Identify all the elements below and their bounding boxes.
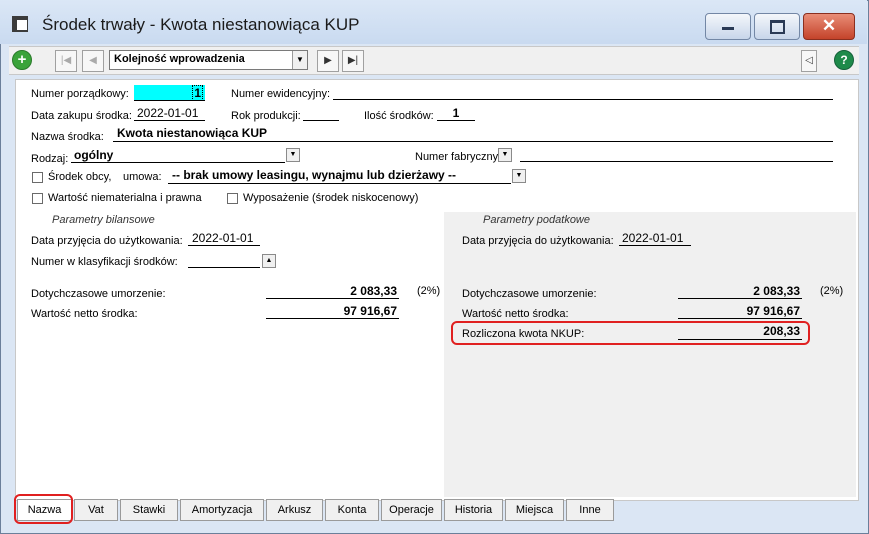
- data-zakupu-label: Data zakupu środka:: [31, 110, 132, 122]
- podatkowe-netto-value[interactable]: 97 916,67: [678, 304, 800, 318]
- tab-stawki[interactable]: Stawki: [120, 499, 178, 521]
- previous-record-button[interactable]: ◀: [82, 50, 104, 72]
- toolbar: + |◀ ◀ Kolejność wprowadzenia ▼ ▶ ▶| ◁ ?: [9, 46, 859, 75]
- klasyfikacja-label: Numer w klasyfikacji środków:: [31, 256, 178, 268]
- nazwa-value[interactable]: Kwota niestanowiąca KUP: [117, 126, 267, 140]
- last-record-button[interactable]: ▶|: [342, 50, 364, 72]
- bilansowe-data-przyjecia-underline: [188, 245, 260, 246]
- ilosc-srodkow-underline: [437, 120, 475, 121]
- podatkowe-data-przyjecia-value[interactable]: 2022-01-01: [622, 231, 683, 245]
- data-zakupu-value[interactable]: 2022-01-01: [137, 106, 198, 120]
- wyposazenie-checkbox[interactable]: [227, 193, 238, 204]
- tab-operacje[interactable]: Operacje: [381, 499, 442, 521]
- minimize-button[interactable]: [705, 13, 751, 40]
- numer-porzadkowy-label: Numer porządkowy:: [31, 88, 129, 100]
- tab-konta[interactable]: Konta: [325, 499, 379, 521]
- app-icon: [12, 16, 28, 32]
- window-title: Środek trwały - Kwota niestanowiąca KUP: [42, 15, 360, 34]
- maximize-icon: [770, 20, 785, 34]
- podatkowe-umorzenie-pct: (2%): [820, 285, 844, 297]
- podatkowe-umorzenie-label: Dotychczasowe umorzenie:: [462, 288, 597, 300]
- numer-ewidencyjny-label: Numer ewidencyjny:: [231, 88, 331, 100]
- title-bar: Środek trwały - Kwota niestanowiąca KUP …: [0, 0, 867, 44]
- tab-arkusz[interactable]: Arkusz: [266, 499, 323, 521]
- numer-fabryczny-field[interactable]: [520, 161, 833, 162]
- tab-amortyzacja[interactable]: Amortyzacja: [180, 499, 264, 521]
- srodek-obcy-label: Środek obcy,: [48, 171, 112, 183]
- help-icon[interactable]: ?: [834, 50, 854, 70]
- klasyfikacja-field[interactable]: [188, 267, 260, 268]
- tab-miejsca[interactable]: Miejsca: [505, 499, 564, 521]
- podatkowe-data-przyjecia-label: Data przyjęcia do użytkowania:: [462, 235, 614, 247]
- podatkowe-netto-label: Wartość netto środka:: [462, 308, 569, 320]
- umowa-underline: [168, 183, 511, 184]
- numer-porzadkowy-value: 1: [192, 85, 203, 101]
- wartosc-niematerialna-checkbox[interactable]: [32, 193, 43, 204]
- wyposazenie-label: Wyposażenie (środek niskocenowy): [243, 192, 419, 204]
- bilansowe-netto-underline: [266, 318, 399, 319]
- tab-inne[interactable]: Inne: [566, 499, 614, 521]
- tab-historia[interactable]: Historia: [444, 499, 503, 521]
- bilansowe-umorzenie-label: Dotychczasowe umorzenie:: [31, 288, 166, 300]
- ilosc-srodkow-label: Ilość środków:: [364, 110, 434, 122]
- close-icon: ✕: [821, 16, 837, 35]
- numer-porzadkowy-field[interactable]: 1: [134, 85, 205, 101]
- tab-nazwa-highlight: [14, 494, 73, 524]
- podatkowe-panel: [444, 212, 856, 497]
- bilansowe-netto-label: Wartość netto środka:: [31, 308, 138, 320]
- podatkowe-umorzenie-value[interactable]: 2 083,33: [678, 284, 800, 298]
- numer-ewidencyjny-field[interactable]: [333, 99, 833, 100]
- chevron-down-icon: ▼: [292, 51, 307, 69]
- ilosc-srodkow-value[interactable]: 1: [437, 106, 475, 120]
- rodzaj-dropdown-icon[interactable]: ▼: [286, 148, 300, 162]
- umowa-value[interactable]: -- brak umowy leasingu, wynajmu lub dzie…: [172, 168, 456, 182]
- first-record-button[interactable]: |◀: [55, 50, 77, 72]
- collapse-arrow-icon[interactable]: ◁: [801, 50, 817, 72]
- nkup-highlight: [451, 321, 810, 345]
- numer-fabryczny-label: Numer fabryczny: [415, 151, 499, 163]
- order-select-value: Kolejność wprowadzenia: [114, 53, 245, 65]
- plus-icon[interactable]: +: [12, 50, 32, 70]
- order-select[interactable]: Kolejność wprowadzenia ▼: [109, 50, 308, 70]
- numer-fabryczny-dropdown-icon[interactable]: ▼: [498, 148, 512, 162]
- nazwa-underline: [113, 141, 833, 142]
- nazwa-label: Nazwa środka:: [31, 131, 104, 143]
- rok-produkcji-label: Rok produkcji:: [231, 110, 301, 122]
- tab-vat[interactable]: Vat: [74, 499, 118, 521]
- maximize-button[interactable]: [754, 13, 800, 40]
- bilansowe-data-przyjecia-value[interactable]: 2022-01-01: [192, 231, 253, 245]
- umowa-dropdown-icon[interactable]: ▼: [512, 169, 526, 183]
- bilansowe-header: Parametry bilansowe: [52, 214, 155, 226]
- bilansowe-data-przyjecia-label: Data przyjęcia do użytkowania:: [31, 235, 183, 247]
- srodek-obcy-checkbox[interactable]: [32, 172, 43, 183]
- bilansowe-umorzenie-pct: (2%): [417, 285, 441, 297]
- podatkowe-header: Parametry podatkowe: [483, 214, 590, 226]
- rodzaj-label: Rodzaj:: [31, 153, 69, 165]
- wartosc-niematerialna-label: Wartość niematerialna i prawna: [48, 192, 202, 204]
- podatkowe-netto-underline: [678, 318, 802, 319]
- rok-produkcji-field[interactable]: [303, 120, 339, 121]
- data-zakupu-underline: [134, 120, 205, 121]
- podatkowe-umorzenie-line: [678, 298, 802, 299]
- close-button[interactable]: ✕: [803, 13, 855, 40]
- podatkowe-data-przyjecia-underline: [619, 245, 691, 246]
- minimize-icon: [722, 27, 734, 30]
- umowa-label: umowa:: [123, 171, 162, 183]
- bilansowe-umorzenie-line: [266, 298, 399, 299]
- rodzaj-value[interactable]: ogólny: [74, 148, 113, 162]
- rodzaj-underline: [71, 162, 285, 163]
- bilansowe-umorzenie-value[interactable]: 2 083,33: [266, 284, 397, 298]
- klasyfikacja-button-icon[interactable]: ▲: [262, 254, 276, 268]
- bilansowe-netto-value[interactable]: 97 916,67: [266, 304, 397, 318]
- next-record-button[interactable]: ▶: [317, 50, 339, 72]
